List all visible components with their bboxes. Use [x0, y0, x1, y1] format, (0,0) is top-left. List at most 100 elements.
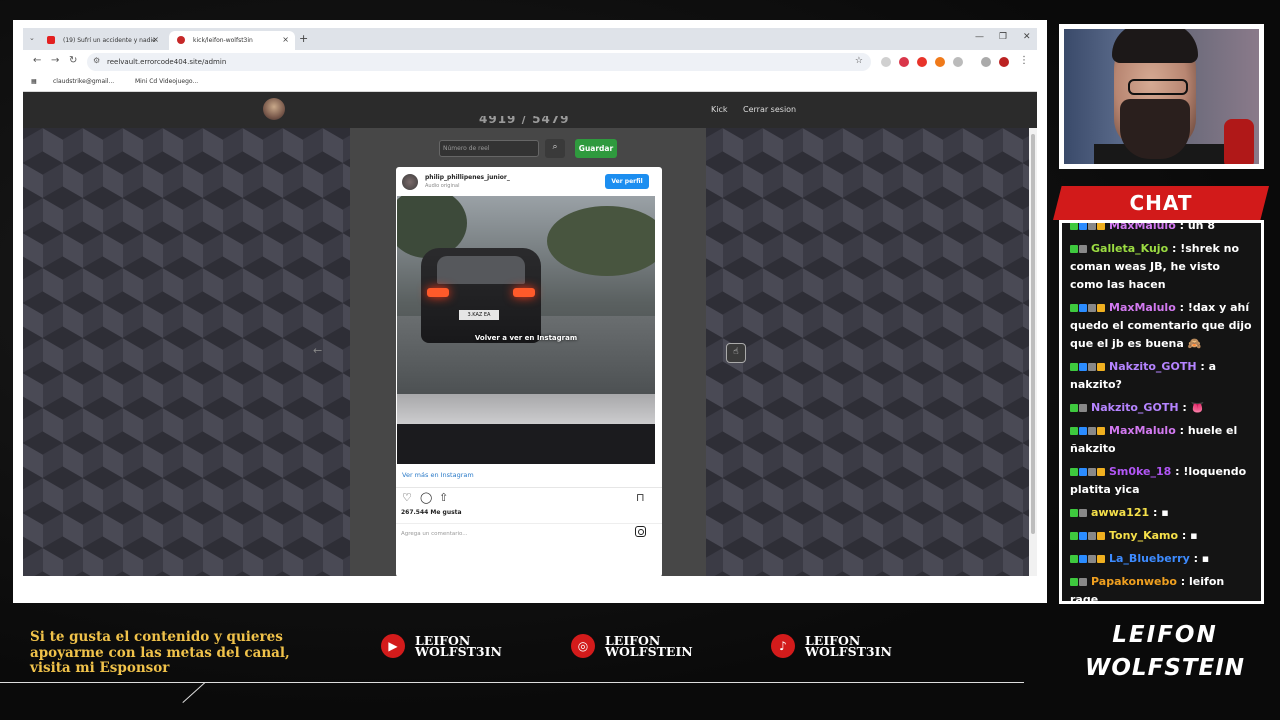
previous-arrow-icon[interactable]: ← [313, 344, 322, 357]
ig-audio-label[interactable]: Audio original [425, 183, 460, 189]
menu-kebab-icon[interactable]: ⋮ [1019, 55, 1029, 66]
extension-icon[interactable] [899, 57, 909, 67]
divider [396, 523, 662, 524]
chat-username[interactable]: Nakzito_GOTH [1109, 360, 1197, 373]
badge-icon [1097, 223, 1105, 230]
badge-icon [1079, 363, 1087, 371]
badge-icon [1079, 578, 1087, 586]
maximize-button[interactable]: ❐ [999, 32, 1007, 42]
minimize-button[interactable]: — [975, 32, 984, 42]
next-button[interactable]: ☝ [726, 343, 746, 363]
chat-username[interactable]: MaxMalulo [1109, 424, 1176, 437]
see-more-link[interactable]: Ver más en Instagram [402, 471, 474, 479]
streamer-hair [1112, 29, 1198, 63]
video-tree [547, 206, 655, 276]
user-badges [1070, 399, 1088, 417]
instagram-logo-icon[interactable] [635, 526, 646, 537]
rewatch-overlay[interactable]: Volver a ver en Instagram [397, 334, 655, 342]
chat-frame: MaxMalulo : un 8 Galleta_Kujo : !shrek n… [1059, 220, 1264, 604]
video-car: 3.KAZ EA [421, 248, 541, 343]
badge-icon [1088, 468, 1096, 476]
comment-input[interactable]: Agrega un comentario... [401, 531, 468, 537]
license-plate: 3.KAZ EA [459, 310, 499, 320]
search-button[interactable]: ⌕ [545, 139, 565, 158]
extension-icon[interactable] [881, 57, 891, 67]
badge-icon [1079, 468, 1087, 476]
badge-icon [1070, 509, 1078, 517]
close-tab-icon[interactable]: × [152, 35, 159, 44]
close-tab-icon[interactable]: × [282, 35, 289, 44]
chat-username[interactable]: MaxMalulo [1109, 223, 1176, 232]
search-icon: ⌕ [552, 142, 558, 152]
bottom-divider [0, 682, 1024, 683]
youtube-icon: ▶ [381, 634, 405, 658]
reel-number-input[interactable]: Número de reel [439, 140, 539, 157]
comment-icon[interactable]: ◯ [420, 491, 432, 504]
chat-username[interactable]: La_Blueberry [1109, 552, 1190, 565]
nav-link-logout[interactable]: Cerrar sesion [743, 105, 796, 114]
nav-link-kick[interactable]: Kick [711, 105, 728, 114]
chat-username[interactable]: Galleta_Kujo [1091, 242, 1168, 255]
save-button[interactable]: Guardar [575, 139, 617, 158]
user-badges [1070, 463, 1106, 481]
view-profile-button[interactable]: Ver perfil [605, 174, 649, 189]
site-favicon-icon [177, 36, 185, 44]
heart-icon[interactable]: ♡ [402, 491, 412, 504]
opera-icon[interactable] [917, 57, 927, 67]
site-logo-avatar[interactable] [263, 98, 285, 120]
streamer-glasses [1128, 79, 1188, 95]
ig-video-player[interactable]: 3.KAZ EA Volver a ver en Instagram [397, 196, 655, 464]
badge-icon [1070, 427, 1078, 435]
chat-messages: MaxMalulo : un 8 Galleta_Kujo : !shrek n… [1062, 223, 1261, 601]
bookmarks-bar: ▦ claudstrike@gmail... Mini Cd Videojueg… [23, 74, 1037, 92]
badge-icon [1070, 245, 1078, 253]
chat-username[interactable]: awwa121 [1091, 506, 1149, 519]
video-dashboard-shadow [397, 424, 655, 464]
apps-grid-icon[interactable]: ▦ [31, 78, 37, 85]
webcam-feed [1064, 29, 1259, 164]
chat-message: Nakzito_GOTH : 👅 [1062, 397, 1261, 420]
scrollbar[interactable] [1029, 128, 1037, 576]
chat-message: Galleta_Kujo : !shrek no coman weas JB, … [1062, 238, 1261, 297]
chat-username[interactable]: Nakzito_GOTH [1091, 401, 1179, 414]
chat-username[interactable]: Tony_Kamo [1109, 529, 1178, 542]
bookmark-gmail[interactable]: claudstrike@gmail... [53, 78, 114, 85]
chat-title: CHAT [1129, 191, 1193, 215]
stream-layout: { "browser": { "tabs": [ {"label": "(19)… [0, 0, 1280, 720]
tab-bar: ⌄ (19) Sufrí un accidente y nadie × kick… [23, 28, 1037, 50]
bookmark-star-icon[interactable]: ☆ [855, 56, 863, 66]
extensions-puzzle-icon[interactable] [953, 57, 963, 67]
metamask-icon[interactable] [935, 57, 945, 67]
ig-username[interactable]: philip_phillipenes_junior_ [425, 174, 510, 181]
reel-counter: 4919 / 5479 [479, 116, 570, 124]
chat-message: MaxMalulo : huele el ñakzito [1062, 420, 1261, 461]
download-icon[interactable] [981, 57, 991, 67]
bookmark-videojuego[interactable]: Mini Cd Videojuego... [135, 78, 198, 85]
close-window-button[interactable]: ✕ [1023, 32, 1031, 42]
save-bookmark-icon[interactable]: ⊓ [636, 491, 645, 504]
user-badges [1070, 240, 1088, 258]
badge-icon [1088, 532, 1096, 540]
profile-avatar-icon[interactable] [999, 57, 1009, 67]
user-badges [1070, 527, 1106, 545]
tab-kick[interactable]: kick/leifon-wolfst3in × [169, 31, 295, 50]
tab-search-icon[interactable]: ⌄ [29, 34, 35, 42]
back-icon[interactable]: ← [33, 55, 41, 66]
forward-icon[interactable]: → [51, 55, 59, 66]
tab-youtube[interactable]: (19) Sufrí un accidente y nadie × [39, 31, 165, 50]
ig-user-avatar[interactable] [402, 174, 418, 190]
user-badges [1070, 358, 1106, 376]
tiktok-icon: ♪ [771, 634, 795, 658]
chat-username[interactable]: Sm0ke_18 [1109, 465, 1171, 478]
social-handle: LEIFON WOLFST3IN [805, 633, 892, 659]
reload-icon[interactable]: ↻ [69, 55, 77, 66]
address-bar[interactable]: ⚙ reelvault.errorcode404.site/admin ☆ [87, 53, 871, 71]
share-icon[interactable]: ⇧ [439, 491, 448, 504]
scrollbar-thumb[interactable] [1031, 134, 1035, 534]
new-tab-button[interactable]: + [299, 32, 308, 45]
badge-icon [1070, 363, 1078, 371]
user-badges [1070, 299, 1106, 317]
chat-username[interactable]: Papakonwebo [1091, 575, 1177, 588]
chat-username[interactable]: MaxMalulo [1109, 301, 1176, 314]
site-info-icon[interactable]: ⚙ [93, 56, 100, 65]
